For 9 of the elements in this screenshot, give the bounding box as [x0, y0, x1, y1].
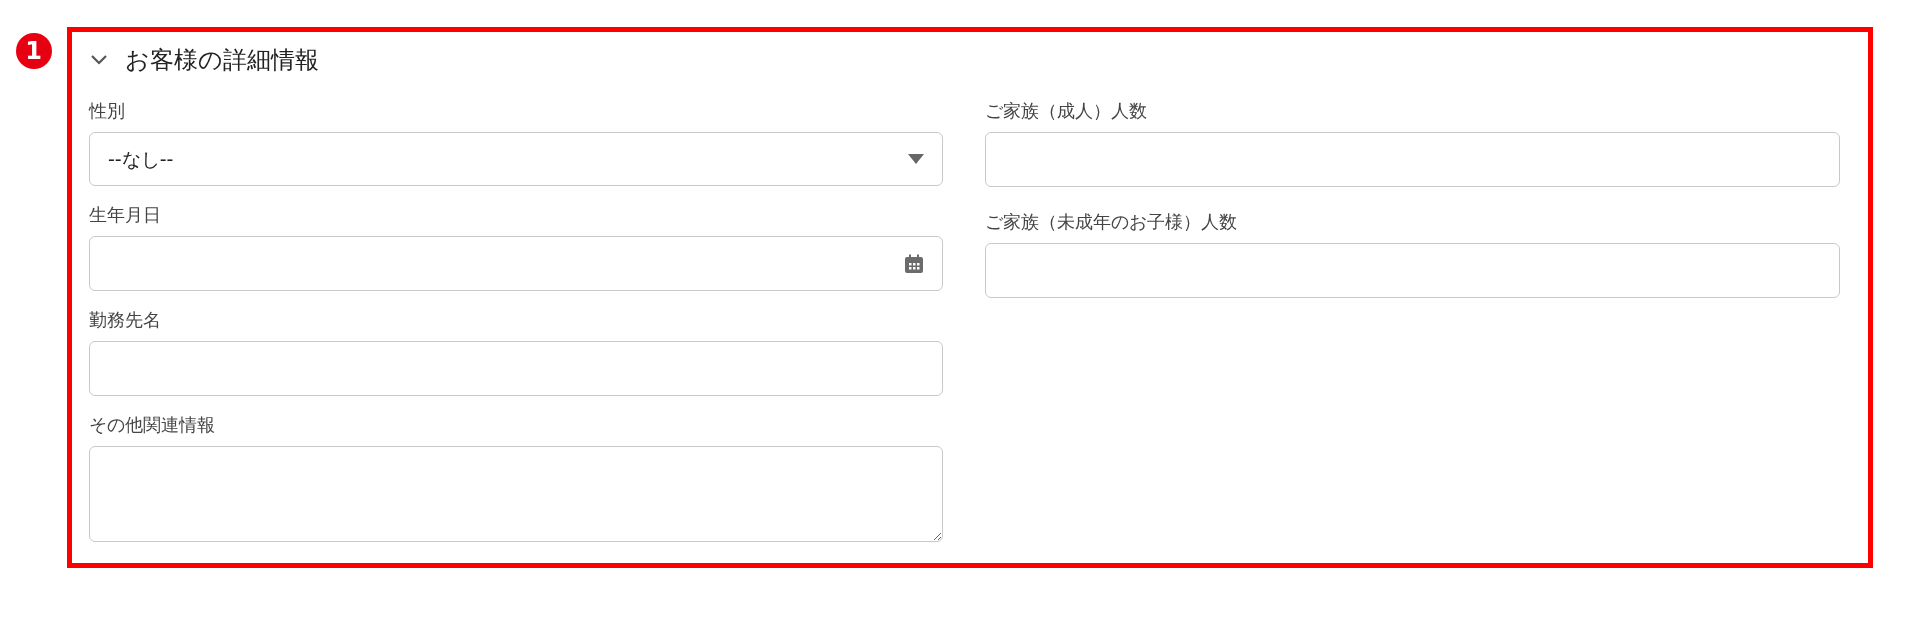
field-label: その他関連情報: [89, 414, 216, 436]
select-field[interactable]: --なし--: [89, 132, 943, 186]
field-label: 勤務先名: [89, 309, 162, 331]
field-label: 生年月日: [89, 204, 162, 226]
field-label: ご家族（未成年のお子様）人数: [985, 211, 1238, 233]
section-title: お客様の詳細情報: [125, 45, 319, 76]
step-number-badge: 1: [15, 33, 52, 69]
field-label: 性別: [89, 100, 126, 122]
field-label: ご家族（成人）人数: [985, 100, 1148, 122]
